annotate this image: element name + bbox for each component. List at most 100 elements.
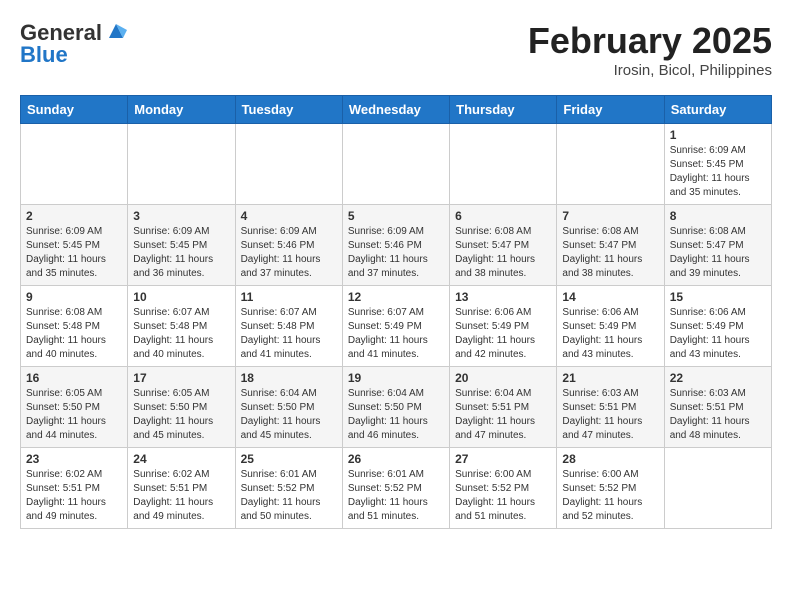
day-number: 12 — [348, 290, 444, 304]
calendar-cell-w2-d7: 8 Sunrise: 6:08 AM Sunset: 5:47 PM Daylig… — [664, 205, 771, 286]
calendar-cell-w4-d5: 20 Sunrise: 6:04 AM Sunset: 5:51 PM Dayli… — [450, 367, 557, 448]
day-info: Sunrise: 6:00 AM Sunset: 5:52 PM Dayligh… — [455, 468, 551, 524]
logo-icon — [105, 20, 127, 42]
calendar-cell-w5-d6: 28 Sunrise: 6:00 AM Sunset: 5:52 PM Dayli… — [557, 448, 664, 529]
calendar-cell-w4-d2: 17 Sunrise: 6:05 AM Sunset: 5:50 PM Dayli… — [128, 367, 235, 448]
day-info: Sunrise: 6:09 AM Sunset: 5:45 PM Dayligh… — [26, 225, 122, 281]
day-number: 10 — [133, 290, 229, 304]
calendar-cell-w1-d7: 1Sunrise: 6:09 AM Sunset: 5:45 PM Daylig… — [664, 124, 771, 205]
day-number: 14 — [562, 290, 658, 304]
calendar-week-2: 2 Sunrise: 6:09 AM Sunset: 5:45 PM Daylig… — [21, 205, 772, 286]
col-wednesday: Wednesday — [342, 96, 449, 124]
day-number: 23 — [26, 452, 122, 466]
day-number: 2 — [26, 209, 122, 223]
day-info: Sunrise: 6:01 AM Sunset: 5:52 PM Dayligh… — [348, 468, 444, 524]
day-number: 18 — [241, 371, 337, 385]
calendar-cell-w5-d2: 24 Sunrise: 6:02 AM Sunset: 5:51 PM Dayli… — [128, 448, 235, 529]
day-info: Sunrise: 6:03 AM Sunset: 5:51 PM Dayligh… — [670, 387, 766, 443]
day-number: 24 — [133, 452, 229, 466]
calendar-cell-w1-d3 — [235, 124, 342, 205]
col-monday: Monday — [128, 96, 235, 124]
calendar-cell-w5-d4: 26 Sunrise: 6:01 AM Sunset: 5:52 PM Dayli… — [342, 448, 449, 529]
day-info: Sunrise: 6:00 AM Sunset: 5:52 PM Dayligh… — [562, 468, 658, 524]
day-number: 15 — [670, 290, 766, 304]
calendar-cell-w5-d1: 23 Sunrise: 6:02 AM Sunset: 5:51 PM Dayli… — [21, 448, 128, 529]
calendar-header-row: Sunday Monday Tuesday Wednesday Thursday… — [21, 96, 772, 124]
col-tuesday: Tuesday — [235, 96, 342, 124]
calendar-week-3: 9 Sunrise: 6:08 AM Sunset: 5:48 PM Daylig… — [21, 286, 772, 367]
day-info: Sunrise: 6:08 AM Sunset: 5:47 PM Dayligh… — [455, 225, 551, 281]
day-info: Sunrise: 6:07 AM Sunset: 5:48 PM Dayligh… — [241, 306, 337, 362]
title-block: February 2025 Irosin, Bicol, Philippines — [528, 20, 772, 79]
col-sunday: Sunday — [21, 96, 128, 124]
calendar-cell-w2-d4: 5 Sunrise: 6:09 AM Sunset: 5:46 PM Daylig… — [342, 205, 449, 286]
day-info: Sunrise: 6:07 AM Sunset: 5:48 PM Dayligh… — [133, 306, 229, 362]
calendar-cell-w5-d5: 27 Sunrise: 6:00 AM Sunset: 5:52 PM Dayli… — [450, 448, 557, 529]
day-info: Sunrise: 6:02 AM Sunset: 5:51 PM Dayligh… — [133, 468, 229, 524]
calendar-cell-w1-d6 — [557, 124, 664, 205]
day-number: 8 — [670, 209, 766, 223]
day-number: 26 — [348, 452, 444, 466]
day-info: Sunrise: 6:01 AM Sunset: 5:52 PM Dayligh… — [241, 468, 337, 524]
day-number: 3 — [133, 209, 229, 223]
day-info: Sunrise: 6:04 AM Sunset: 5:50 PM Dayligh… — [348, 387, 444, 443]
calendar-cell-w3-d5: 13 Sunrise: 6:06 AM Sunset: 5:49 PM Dayli… — [450, 286, 557, 367]
month-year: February 2025 — [528, 20, 772, 62]
day-number: 11 — [241, 290, 337, 304]
day-number: 16 — [26, 371, 122, 385]
day-number: 7 — [562, 209, 658, 223]
day-number: 13 — [455, 290, 551, 304]
calendar-cell-w4-d3: 18 Sunrise: 6:04 AM Sunset: 5:50 PM Dayli… — [235, 367, 342, 448]
calendar-cell-w3-d3: 11 Sunrise: 6:07 AM Sunset: 5:48 PM Dayli… — [235, 286, 342, 367]
calendar-cell-w4-d6: 21 Sunrise: 6:03 AM Sunset: 5:51 PM Dayli… — [557, 367, 664, 448]
calendar-week-4: 16 Sunrise: 6:05 AM Sunset: 5:50 PM Dayli… — [21, 367, 772, 448]
day-info: Sunrise: 6:07 AM Sunset: 5:49 PM Dayligh… — [348, 306, 444, 362]
calendar-cell-w3-d1: 9 Sunrise: 6:08 AM Sunset: 5:48 PM Daylig… — [21, 286, 128, 367]
day-number: 25 — [241, 452, 337, 466]
calendar-cell-w5-d3: 25 Sunrise: 6:01 AM Sunset: 5:52 PM Dayli… — [235, 448, 342, 529]
day-info: Sunrise: 6:08 AM Sunset: 5:48 PM Dayligh… — [26, 306, 122, 362]
day-number: 21 — [562, 371, 658, 385]
calendar-cell-w3-d7: 15 Sunrise: 6:06 AM Sunset: 5:49 PM Dayli… — [664, 286, 771, 367]
calendar-table: Sunday Monday Tuesday Wednesday Thursday… — [20, 95, 772, 529]
col-friday: Friday — [557, 96, 664, 124]
day-number: 20 — [455, 371, 551, 385]
col-thursday: Thursday — [450, 96, 557, 124]
col-saturday: Saturday — [664, 96, 771, 124]
day-number: 17 — [133, 371, 229, 385]
page-header: General Blue February 2025 Irosin, Bicol… — [20, 20, 772, 79]
day-info: Sunrise: 6:06 AM Sunset: 5:49 PM Dayligh… — [455, 306, 551, 362]
calendar-cell-w2-d3: 4Sunrise: 6:09 AM Sunset: 5:46 PM Daylig… — [235, 205, 342, 286]
calendar-cell-w1-d5 — [450, 124, 557, 205]
calendar-cell-w3-d4: 12 Sunrise: 6:07 AM Sunset: 5:49 PM Dayli… — [342, 286, 449, 367]
day-number: 6 — [455, 209, 551, 223]
day-info: Sunrise: 6:05 AM Sunset: 5:50 PM Dayligh… — [133, 387, 229, 443]
day-info: Sunrise: 6:09 AM Sunset: 5:45 PM Dayligh… — [670, 144, 766, 200]
day-number: 19 — [348, 371, 444, 385]
day-number: 9 — [26, 290, 122, 304]
day-info: Sunrise: 6:04 AM Sunset: 5:51 PM Dayligh… — [455, 387, 551, 443]
day-info: Sunrise: 6:06 AM Sunset: 5:49 PM Dayligh… — [670, 306, 766, 362]
calendar-cell-w1-d4 — [342, 124, 449, 205]
day-info: Sunrise: 6:08 AM Sunset: 5:47 PM Dayligh… — [670, 225, 766, 281]
day-info: Sunrise: 6:08 AM Sunset: 5:47 PM Dayligh… — [562, 225, 658, 281]
day-info: Sunrise: 6:09 AM Sunset: 5:46 PM Dayligh… — [348, 225, 444, 281]
calendar-cell-w2-d2: 3Sunrise: 6:09 AM Sunset: 5:45 PM Daylig… — [128, 205, 235, 286]
day-info: Sunrise: 6:04 AM Sunset: 5:50 PM Dayligh… — [241, 387, 337, 443]
day-number: 27 — [455, 452, 551, 466]
location: Irosin, Bicol, Philippines — [528, 62, 772, 79]
day-info: Sunrise: 6:06 AM Sunset: 5:49 PM Dayligh… — [562, 306, 658, 362]
calendar-cell-w2-d1: 2 Sunrise: 6:09 AM Sunset: 5:45 PM Daylig… — [21, 205, 128, 286]
logo: General Blue — [20, 20, 127, 68]
day-number: 4 — [241, 209, 337, 223]
day-number: 5 — [348, 209, 444, 223]
calendar-cell-w1-d2 — [128, 124, 235, 205]
day-number: 28 — [562, 452, 658, 466]
calendar-cell-w2-d6: 7 Sunrise: 6:08 AM Sunset: 5:47 PM Daylig… — [557, 205, 664, 286]
calendar-cell-w1-d1 — [21, 124, 128, 205]
day-info: Sunrise: 6:02 AM Sunset: 5:51 PM Dayligh… — [26, 468, 122, 524]
calendar-cell-w4-d1: 16Sunrise: 6:05 AM Sunset: 5:50 PM Dayli… — [21, 367, 128, 448]
day-info: Sunrise: 6:03 AM Sunset: 5:51 PM Dayligh… — [562, 387, 658, 443]
calendar-cell-w3-d2: 10 Sunrise: 6:07 AM Sunset: 5:48 PM Dayli… — [128, 286, 235, 367]
calendar-cell-w3-d6: 14 Sunrise: 6:06 AM Sunset: 5:49 PM Dayli… — [557, 286, 664, 367]
